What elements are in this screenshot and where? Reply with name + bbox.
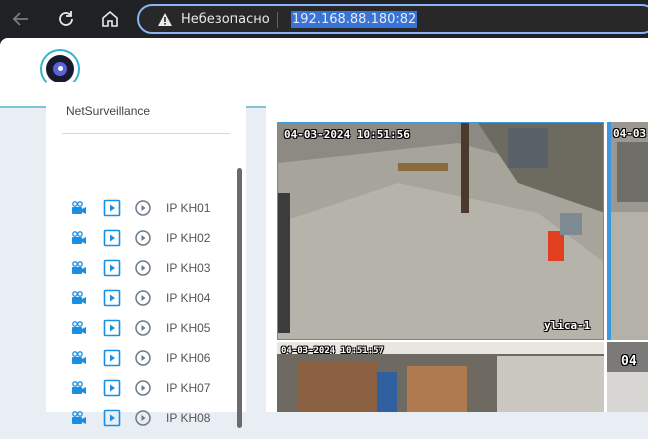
camera-feed-2 xyxy=(607,122,648,340)
video-camera-icon[interactable] xyxy=(70,199,88,217)
logo-eye-icon xyxy=(53,62,67,76)
url-text[interactable]: 192.168.88.180:82 xyxy=(291,11,418,28)
play-circle-icon[interactable] xyxy=(134,319,152,337)
video-3-timestamp: 04-03-2024 10:51:57 xyxy=(281,346,384,356)
channel-row[interactable]: IP KH02 xyxy=(46,226,236,250)
play-video-icon[interactable] xyxy=(103,319,121,337)
video-camera-icon[interactable] xyxy=(70,319,88,337)
channel-label[interactable]: IP KH06 xyxy=(166,351,210,365)
channel-label[interactable]: IP KH03 xyxy=(166,261,210,275)
channel-label[interactable]: IP KH07 xyxy=(166,381,210,395)
camera-feed-4 xyxy=(607,342,648,412)
video-tile-2[interactable]: 04-03 xyxy=(607,122,648,340)
play-circle-icon[interactable] xyxy=(134,259,152,277)
channel-row[interactable]: IP KH07 xyxy=(46,376,236,400)
channel-row[interactable]: IP KH08 xyxy=(46,406,236,430)
channel-label[interactable]: IP KH08 xyxy=(166,411,210,425)
play-video-icon[interactable] xyxy=(103,229,121,247)
play-video-icon[interactable] xyxy=(103,409,121,427)
video-tile-1[interactable]: 04-03-2024 10:51:56 ylica-1 xyxy=(277,122,604,340)
camera-feed-1 xyxy=(278,123,603,339)
omnibox-divider xyxy=(277,12,278,28)
browser-toolbar: Небезопасно 192.168.88.180:82 xyxy=(0,0,648,38)
sidebar-scrollbar[interactable] xyxy=(237,168,242,428)
back-button[interactable] xyxy=(10,8,32,30)
device-sidebar: NetSurveillance IP KH01 IP KH02 IP KH03 IP … xyxy=(46,82,246,428)
play-video-icon[interactable] xyxy=(103,259,121,277)
video-1-channel-name: ylica-1 xyxy=(544,319,591,332)
channel-row[interactable]: IP KH06 xyxy=(46,346,236,370)
play-circle-icon[interactable] xyxy=(134,289,152,307)
video-camera-icon[interactable] xyxy=(70,229,88,247)
video-camera-icon[interactable] xyxy=(70,259,88,277)
channel-row[interactable]: IP KH01 xyxy=(46,196,236,220)
address-bar[interactable]: Небезопасно 192.168.88.180:82 xyxy=(137,4,648,34)
reload-button[interactable] xyxy=(55,8,77,30)
home-icon xyxy=(102,10,118,27)
video-camera-icon[interactable] xyxy=(70,289,88,307)
channel-label[interactable]: IP KH04 xyxy=(166,291,210,305)
play-video-icon[interactable] xyxy=(103,349,121,367)
logo-lens xyxy=(46,55,74,83)
sidebar-divider xyxy=(62,133,230,134)
channel-label[interactable]: IP KH05 xyxy=(166,321,210,335)
video-tile-3[interactable]: 04-03-2024 10:51:57 xyxy=(277,342,604,412)
video-camera-icon[interactable] xyxy=(70,379,88,397)
play-circle-icon[interactable] xyxy=(134,349,152,367)
video-camera-icon[interactable] xyxy=(70,349,88,367)
channel-row[interactable]: IP KH04 xyxy=(46,286,236,310)
channel-row[interactable]: IP KH03 xyxy=(46,256,236,280)
play-video-icon[interactable] xyxy=(103,199,121,217)
play-circle-icon[interactable] xyxy=(134,229,152,247)
channel-label[interactable]: IP KH01 xyxy=(166,201,210,215)
reload-icon xyxy=(59,11,73,26)
video-4-timestamp: 04 xyxy=(621,354,637,369)
play-video-icon[interactable] xyxy=(103,289,121,307)
play-circle-icon[interactable] xyxy=(134,409,152,427)
play-circle-icon[interactable] xyxy=(134,379,152,397)
sidebar-title: NetSurveillance xyxy=(66,104,151,118)
channel-row[interactable]: IP KH05 xyxy=(46,316,236,340)
warning-icon[interactable] xyxy=(157,12,173,28)
play-circle-icon[interactable] xyxy=(134,199,152,217)
security-status[interactable]: Небезопасно xyxy=(181,12,270,27)
back-arrow-icon xyxy=(12,12,28,26)
video-camera-icon[interactable] xyxy=(70,409,88,427)
video-1-timestamp: 04-03-2024 10:51:56 xyxy=(284,128,410,141)
channel-label[interactable]: IP KH02 xyxy=(166,231,210,245)
play-video-icon[interactable] xyxy=(103,379,121,397)
home-button[interactable] xyxy=(99,8,121,30)
video-tile-4[interactable]: 04 xyxy=(607,342,648,412)
video-2-timestamp: 04-03 xyxy=(613,127,647,140)
